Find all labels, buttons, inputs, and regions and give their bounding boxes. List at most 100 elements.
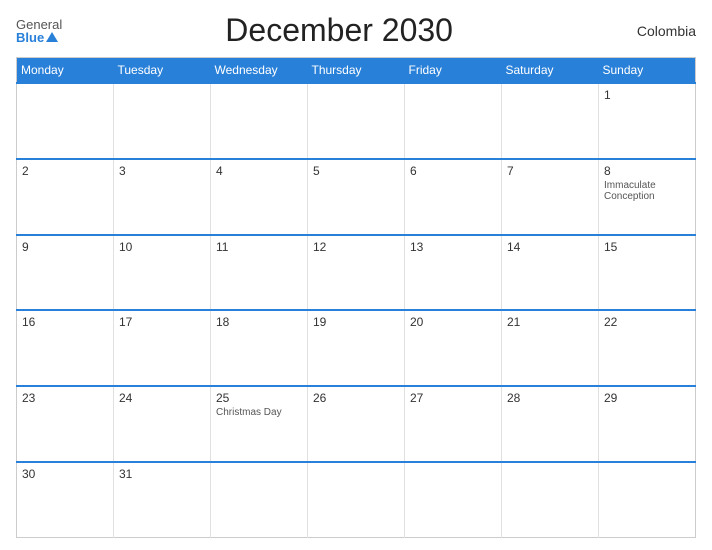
day-number: 29 <box>604 391 690 405</box>
calendar-cell <box>599 462 696 538</box>
col-header-saturday: Saturday <box>502 58 599 84</box>
calendar-cell: 27 <box>405 386 502 462</box>
calendar-cell: 9 <box>17 235 114 311</box>
calendar-title: December 2030 <box>62 12 616 49</box>
calendar-cell: 24 <box>114 386 211 462</box>
day-number: 5 <box>313 164 399 178</box>
calendar-cell <box>308 83 405 159</box>
day-number: 4 <box>216 164 302 178</box>
logo: General Blue <box>16 18 62 44</box>
col-header-sunday: Sunday <box>599 58 696 84</box>
day-number: 8 <box>604 164 690 178</box>
day-number: 23 <box>22 391 108 405</box>
col-header-friday: Friday <box>405 58 502 84</box>
calendar-week-row: 2345678 Immaculate Conception <box>17 159 696 235</box>
calendar-cell: 26 <box>308 386 405 462</box>
calendar-cell: 20 <box>405 310 502 386</box>
calendar-cell: 14 <box>502 235 599 311</box>
calendar-cell <box>502 83 599 159</box>
calendar-cell: 31 <box>114 462 211 538</box>
calendar-body: 12345678Immaculate Conception91011121314… <box>17 83 696 538</box>
day-number: 22 <box>604 315 690 329</box>
calendar-cell <box>405 83 502 159</box>
day-number: 28 <box>507 391 593 405</box>
calendar-cell: 15 <box>599 235 696 311</box>
calendar-cell: 17 <box>114 310 211 386</box>
holiday-label: Immaculate Conception <box>604 180 690 202</box>
calendar-cell: 5 <box>308 159 405 235</box>
calendar-cell: 7 <box>502 159 599 235</box>
calendar-cell: 23 <box>17 386 114 462</box>
calendar-week-row: 1 <box>17 83 696 159</box>
calendar-cell: 6 <box>405 159 502 235</box>
day-number: 24 <box>119 391 205 405</box>
day-number: 20 <box>410 315 496 329</box>
calendar-cell <box>211 83 308 159</box>
calendar-cell: 10 <box>114 235 211 311</box>
logo-general-text: General <box>16 18 62 31</box>
calendar-cell: 1 <box>599 83 696 159</box>
day-number: 7 <box>507 164 593 178</box>
day-number: 17 <box>119 315 205 329</box>
day-number: 3 <box>119 164 205 178</box>
calendar-week-row: 23 24 25 Christmas Day 26 27 28 29 <box>17 386 696 462</box>
calendar-cell: 11 <box>211 235 308 311</box>
day-number: 1 <box>604 88 690 102</box>
day-number: 15 <box>604 240 690 254</box>
calendar-cell: 18 <box>211 310 308 386</box>
day-number: 21 <box>507 315 593 329</box>
calendar-cell: 4 <box>211 159 308 235</box>
calendar-cell: 8 Immaculate Conception <box>599 159 696 235</box>
calendar-cell <box>405 462 502 538</box>
day-number: 14 <box>507 240 593 254</box>
page: General Blue December 2030 Colombia Mond… <box>0 0 712 550</box>
calendar-cell <box>211 462 308 538</box>
day-number: 26 <box>313 391 399 405</box>
day-number: 12 <box>313 240 399 254</box>
day-number: 6 <box>410 164 496 178</box>
day-number: 18 <box>216 315 302 329</box>
calendar-cell <box>17 83 114 159</box>
col-header-thursday: Thursday <box>308 58 405 84</box>
calendar-cell: 13 <box>405 235 502 311</box>
days-of-week-row: Monday Tuesday Wednesday Thursday Friday… <box>17 58 696 84</box>
day-number: 9 <box>22 240 108 254</box>
day-number: 27 <box>410 391 496 405</box>
day-number: 2 <box>22 164 108 178</box>
day-number: 31 <box>119 467 205 481</box>
calendar-week-row: 16 17 18 19 20 21 22 <box>17 310 696 386</box>
calendar-cell: 29 <box>599 386 696 462</box>
header: General Blue December 2030 Colombia <box>16 12 696 49</box>
calendar-cell <box>114 83 211 159</box>
day-number: 13 <box>410 240 496 254</box>
day-number: 11 <box>216 240 302 254</box>
calendar-header: Monday Tuesday Wednesday Thursday Friday… <box>17 58 696 84</box>
calendar-cell: 22 <box>599 310 696 386</box>
calendar-cell <box>308 462 405 538</box>
logo-triangle-icon <box>46 32 58 42</box>
calendar-cell: 12 <box>308 235 405 311</box>
calendar-cell <box>502 462 599 538</box>
calendar-cell: 19 <box>308 310 405 386</box>
day-number: 25 <box>216 391 302 405</box>
calendar-cell: 3 <box>114 159 211 235</box>
col-header-monday: Monday <box>17 58 114 84</box>
col-header-tuesday: Tuesday <box>114 58 211 84</box>
calendar-week-row: 9 10 11 12 13 14 15 <box>17 235 696 311</box>
calendar-cell: 30 <box>17 462 114 538</box>
calendar-cell: 25 Christmas Day <box>211 386 308 462</box>
holiday-label: Christmas Day <box>216 407 302 418</box>
calendar-table: Monday Tuesday Wednesday Thursday Friday… <box>16 57 696 538</box>
day-number: 16 <box>22 315 108 329</box>
logo-blue-text: Blue <box>16 31 44 44</box>
country-label: Colombia <box>616 23 696 39</box>
calendar-cell: 16 <box>17 310 114 386</box>
day-number: 30 <box>22 467 108 481</box>
col-header-wednesday: Wednesday <box>211 58 308 84</box>
day-number: 19 <box>313 315 399 329</box>
day-number: 10 <box>119 240 205 254</box>
calendar-cell: 28 <box>502 386 599 462</box>
calendar-cell: 21 <box>502 310 599 386</box>
calendar-week-row: 30 31 <box>17 462 696 538</box>
calendar-cell: 2 <box>17 159 114 235</box>
